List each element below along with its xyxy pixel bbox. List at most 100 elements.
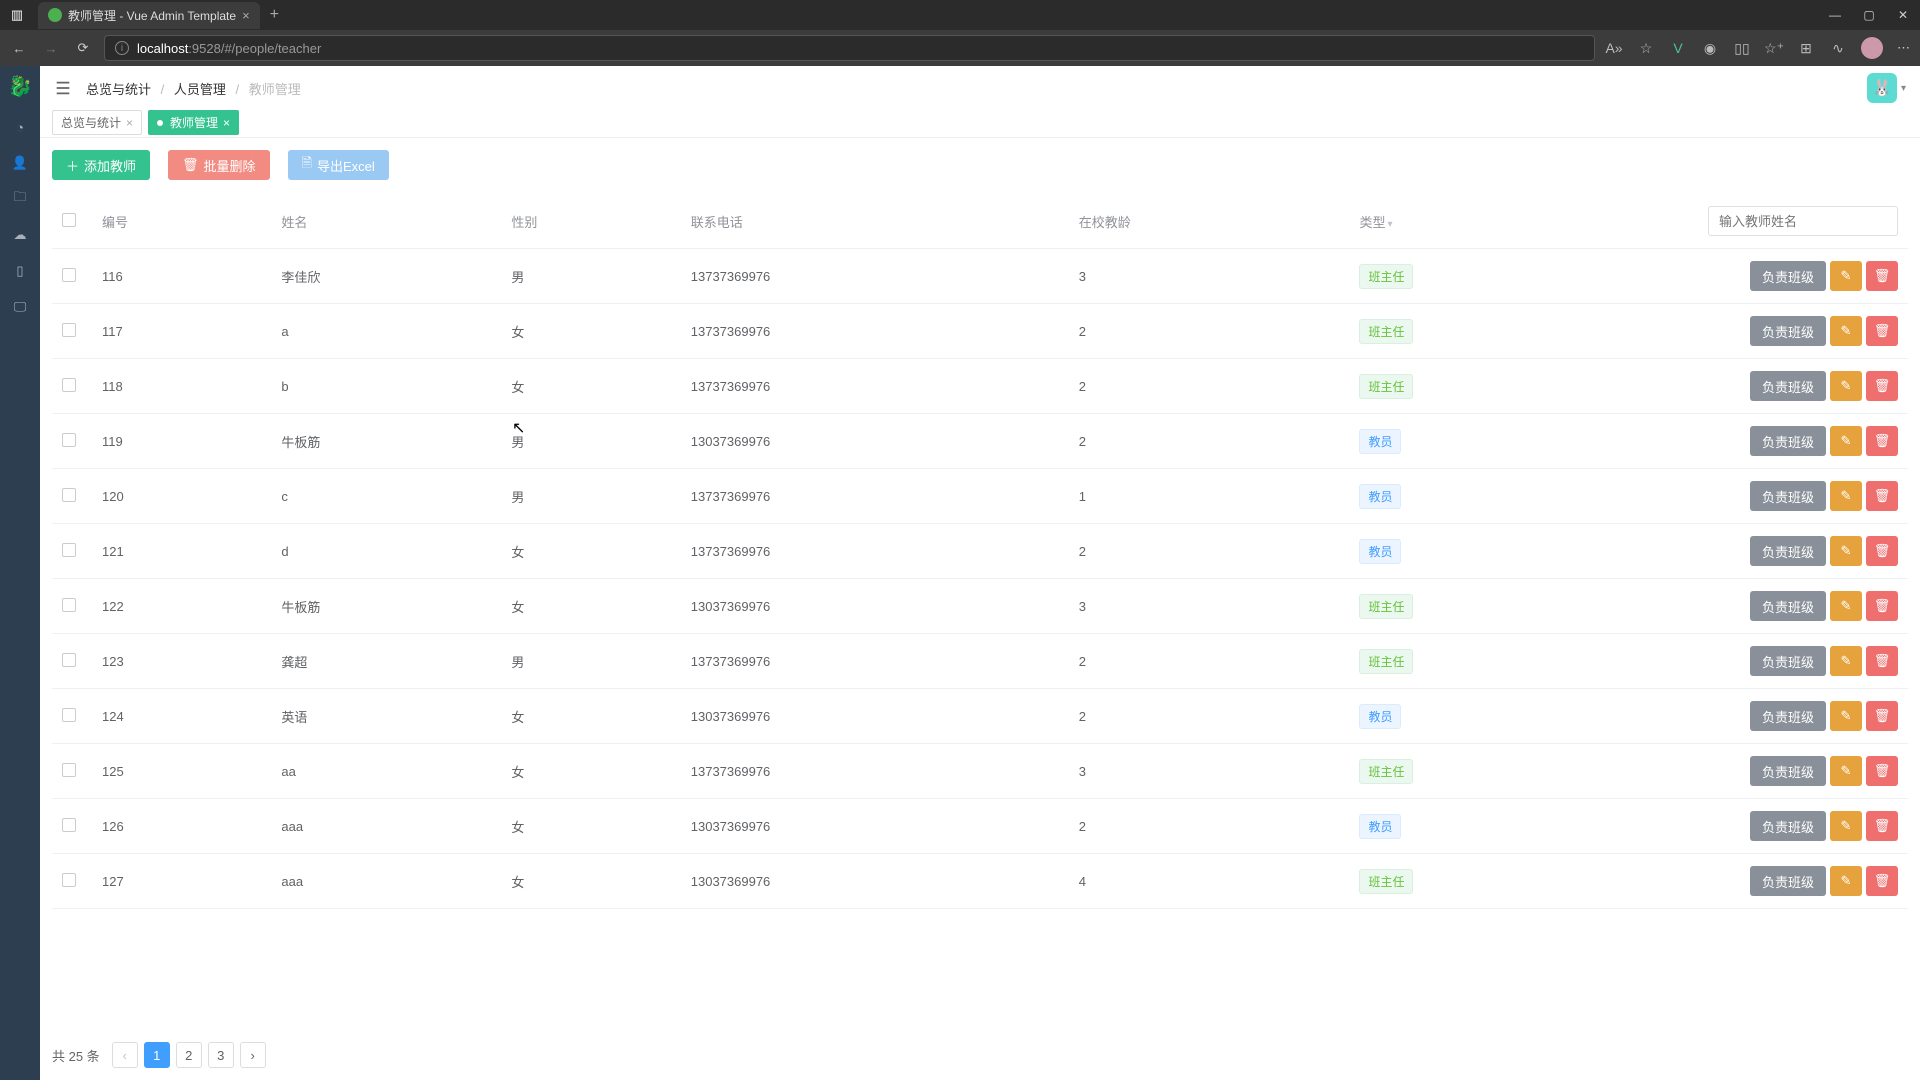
performance-icon[interactable]: ∿: [1829, 39, 1847, 57]
forward-icon[interactable]: →: [40, 37, 62, 59]
extensions-icon[interactable]: ⊞: [1797, 39, 1815, 57]
edit-button[interactable]: ✎: [1830, 591, 1862, 621]
split-screen-icon[interactable]: ▯▯: [1733, 39, 1751, 57]
delete-button[interactable]: 🗑: [1866, 316, 1898, 346]
tab-close-icon[interactable]: ×: [126, 116, 133, 130]
row-checkbox[interactable]: [62, 653, 76, 667]
row-checkbox[interactable]: [62, 818, 76, 832]
pagination-prev[interactable]: ‹: [112, 1042, 138, 1068]
export-excel-button[interactable]: 🗎 导出Excel: [288, 150, 389, 180]
assign-class-button[interactable]: 负责班级: [1750, 591, 1826, 621]
site-info-icon[interactable]: i: [115, 41, 129, 55]
new-tab-button[interactable]: +: [270, 6, 279, 24]
assign-class-button[interactable]: 负责班级: [1750, 646, 1826, 676]
delete-button[interactable]: 🗑: [1866, 591, 1898, 621]
sidebar-item-people[interactable]: 👤: [11, 154, 29, 172]
tab-overview[interactable]: 总览与统计 ×: [52, 110, 142, 135]
window-maximize-icon[interactable]: ▢: [1860, 8, 1878, 22]
reload-icon[interactable]: ⟳: [72, 37, 94, 59]
cell-name: b: [271, 359, 501, 414]
sidebar-item-cloud[interactable]: ☁: [11, 226, 29, 244]
row-checkbox[interactable]: [62, 488, 76, 502]
delete-button[interactable]: 🗑: [1866, 866, 1898, 896]
browser-menu-icon[interactable]: ⋯: [1897, 40, 1912, 56]
edit-button[interactable]: ✎: [1830, 371, 1862, 401]
edit-button[interactable]: ✎: [1830, 866, 1862, 896]
row-checkbox[interactable]: [62, 323, 76, 337]
pagination-page[interactable]: 3: [208, 1042, 234, 1068]
sidebar-item-dashboard[interactable]: ◔: [11, 118, 29, 136]
row-checkbox[interactable]: [62, 873, 76, 887]
assign-class-button[interactable]: 负责班级: [1750, 371, 1826, 401]
profile-avatar-icon[interactable]: [1861, 37, 1883, 59]
sidebar-item-monitor[interactable]: 🖵: [11, 298, 29, 316]
breadcrumb-level-1[interactable]: 总览与统计: [86, 82, 151, 97]
row-checkbox[interactable]: [62, 708, 76, 722]
delete-button[interactable]: 🗑: [1866, 536, 1898, 566]
pagination-page[interactable]: 2: [176, 1042, 202, 1068]
tab-close-icon[interactable]: ×: [223, 116, 230, 130]
delete-button[interactable]: 🗑: [1866, 481, 1898, 511]
row-checkbox[interactable]: [62, 268, 76, 282]
edit-button[interactable]: ✎: [1830, 261, 1862, 291]
pagination-next[interactable]: ›: [240, 1042, 266, 1068]
back-icon[interactable]: ←: [8, 37, 30, 59]
assign-class-button[interactable]: 负责班级: [1750, 756, 1826, 786]
browser-tab[interactable]: 教师管理 - Vue Admin Template ×: [38, 2, 260, 29]
assign-class-button[interactable]: 负责班级: [1750, 261, 1826, 291]
tab-close-icon[interactable]: ×: [242, 8, 250, 23]
assign-class-button[interactable]: 负责班级: [1750, 316, 1826, 346]
search-input[interactable]: [1708, 206, 1898, 236]
edit-button[interactable]: ✎: [1830, 316, 1862, 346]
app-logo-icon[interactable]: 🐉: [6, 72, 34, 100]
assign-class-button[interactable]: 负责班级: [1750, 481, 1826, 511]
delete-button[interactable]: 🗑: [1866, 261, 1898, 291]
row-checkbox[interactable]: [62, 378, 76, 392]
row-checkbox[interactable]: [62, 543, 76, 557]
edit-button[interactable]: ✎: [1830, 756, 1862, 786]
hamburger-icon[interactable]: [54, 79, 72, 97]
collections-icon[interactable]: ☆⁺: [1765, 39, 1783, 57]
favorite-icon[interactable]: ☆: [1637, 39, 1655, 57]
delete-button[interactable]: 🗑: [1866, 646, 1898, 676]
breadcrumb-level-2[interactable]: 人员管理: [174, 82, 226, 97]
extension-icon[interactable]: ◉: [1701, 39, 1719, 57]
sidebar-item-card[interactable]: 🗀: [11, 190, 29, 208]
assign-class-button[interactable]: 负责班级: [1750, 701, 1826, 731]
address-bar[interactable]: i localhost:9528/#/people/teacher: [104, 35, 1595, 61]
edit-button[interactable]: ✎: [1830, 646, 1862, 676]
edit-button[interactable]: ✎: [1830, 811, 1862, 841]
cell-phone: 13037369976: [681, 689, 1069, 744]
col-type[interactable]: 类型▾: [1349, 194, 1638, 249]
window-close-icon[interactable]: ✕: [1894, 8, 1912, 22]
assign-class-button[interactable]: 负责班级: [1750, 866, 1826, 896]
user-avatar[interactable]: 🐰: [1867, 73, 1897, 103]
vue-devtools-icon[interactable]: V: [1669, 39, 1687, 57]
select-all-checkbox[interactable]: [62, 213, 76, 227]
edit-button[interactable]: ✎: [1830, 701, 1862, 731]
edit-button[interactable]: ✎: [1830, 426, 1862, 456]
filter-caret-icon[interactable]: ▾: [1387, 219, 1392, 230]
pagination-page[interactable]: 1: [144, 1042, 170, 1068]
delete-button[interactable]: 🗑: [1866, 811, 1898, 841]
row-checkbox[interactable]: [62, 433, 76, 447]
edit-button[interactable]: ✎: [1830, 536, 1862, 566]
delete-button[interactable]: 🗑: [1866, 371, 1898, 401]
delete-button[interactable]: 🗑: [1866, 756, 1898, 786]
user-menu-caret-icon[interactable]: ▾: [1901, 83, 1906, 94]
window-minimize-icon[interactable]: —: [1826, 8, 1844, 22]
assign-class-button[interactable]: 负责班级: [1750, 426, 1826, 456]
window-tabs-icon[interactable]: ▥: [8, 6, 26, 24]
sidebar-item-book[interactable]: ▯: [11, 262, 29, 280]
add-teacher-button[interactable]: ＋ 添加教师: [52, 150, 150, 180]
row-checkbox[interactable]: [62, 763, 76, 777]
delete-button[interactable]: 🗑: [1866, 701, 1898, 731]
tab-teacher[interactable]: 教师管理 ×: [148, 110, 239, 135]
edit-button[interactable]: ✎: [1830, 481, 1862, 511]
read-aloud-icon[interactable]: A»: [1605, 39, 1623, 57]
assign-class-button[interactable]: 负责班级: [1750, 536, 1826, 566]
bulk-delete-button[interactable]: 🗑 批量删除: [168, 150, 270, 180]
row-checkbox[interactable]: [62, 598, 76, 612]
delete-button[interactable]: 🗑: [1866, 426, 1898, 456]
assign-class-button[interactable]: 负责班级: [1750, 811, 1826, 841]
